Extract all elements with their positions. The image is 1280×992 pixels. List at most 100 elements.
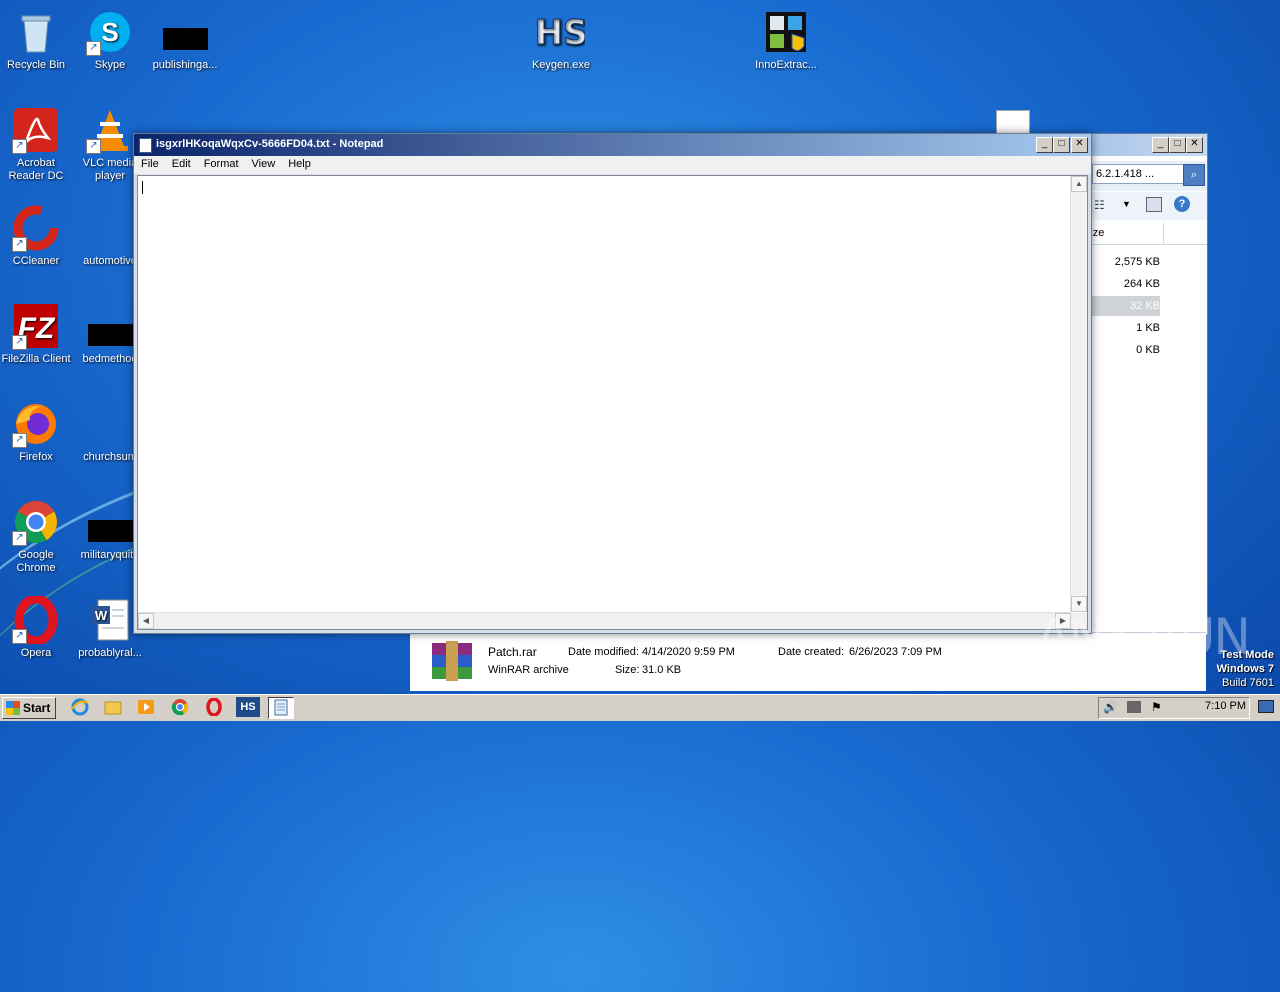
notepad-titlebar[interactable]: isgxrlHKoqaWqxCv-5666FD04.txt - Notepad … [134, 134, 1091, 156]
menu-view[interactable]: View [245, 156, 282, 170]
text-caret [142, 181, 143, 194]
menubar: File Edit Format View Help [134, 156, 1091, 174]
text-editor-area[interactable]: ▲ ▼ ◀ ▶ [137, 175, 1088, 630]
shortcut-arrow-icon: ↗ [12, 433, 27, 448]
word-document-icon: W [86, 596, 134, 644]
volume-icon[interactable]: 🔊 [1103, 700, 1118, 714]
shortcut-arrow-icon: ↗ [12, 237, 27, 252]
svg-text:S: S [101, 17, 118, 47]
details-filename: Patch.rar [488, 645, 537, 659]
menu-edit[interactable]: Edit [165, 156, 197, 170]
explorer-titlebar[interactable]: _ □ ✕ [1090, 134, 1207, 156]
network-icon[interactable] [1127, 701, 1141, 713]
desktop-icon-opera[interactable]: ↗ Opera [0, 594, 74, 660]
search-icon[interactable]: ⌕ [1183, 164, 1205, 186]
chevron-down-icon[interactable]: ▼ [1122, 199, 1131, 209]
close-button[interactable]: ✕ [1071, 137, 1088, 153]
shortcut-arrow-icon: ↗ [12, 139, 27, 154]
ccleaner-icon: ↗ [12, 204, 60, 252]
vertical-scrollbar[interactable]: ▲ ▼ [1070, 176, 1087, 612]
hs-keygen-taskbar-icon[interactable]: HS [236, 697, 260, 717]
acrobat-icon: ↗ [12, 106, 60, 154]
clock[interactable]: 7:10 PM [1205, 700, 1246, 712]
explorer-taskbar-icon[interactable] [101, 697, 125, 717]
chrome-icon: ↗ [12, 498, 60, 546]
menu-help[interactable]: Help [281, 156, 317, 170]
minimize-button[interactable]: _ [1152, 137, 1169, 153]
size-label: Size: [615, 664, 640, 676]
help-icon[interactable]: ? [1174, 196, 1190, 212]
redacted-file-icon [86, 498, 134, 546]
shortcut-arrow-icon: ↗ [12, 629, 27, 644]
desktop-icon-chrome[interactable]: ↗ Google Chrome [0, 498, 74, 575]
media-player-taskbar-icon[interactable] [134, 697, 158, 717]
ie-taskbar-icon[interactable] [68, 697, 92, 717]
desktop-icon-filezilla[interactable]: FZ ↗ FileZilla Client [0, 302, 74, 366]
menu-format[interactable]: Format [197, 156, 245, 170]
shortcut-arrow-icon: ↗ [12, 531, 27, 546]
filezilla-icon: FZ ↗ [12, 302, 60, 350]
window-title: isgxrlHKoqaWqxCv-5666FD04.txt - Notepad [156, 138, 384, 150]
shortcut-arrow-icon: ↗ [86, 139, 101, 154]
details-type: WinRAR archive [488, 664, 569, 676]
firefox-icon: ↗ [12, 400, 60, 448]
scroll-left-icon[interactable]: ◀ [138, 613, 154, 629]
chrome-taskbar-icon[interactable] [168, 697, 192, 717]
address-field[interactable]: 6.2.1.418 ... [1092, 164, 1185, 184]
innoextract-icon [762, 8, 810, 56]
column-header: Size [1090, 223, 1207, 245]
hs-keygen-icon: HS [534, 8, 588, 56]
shortcut-arrow-icon: ↗ [86, 41, 101, 56]
file-size-cell[interactable]: 0 KB [1090, 340, 1160, 360]
test-mode-notice: Test Mode Windows 7 Build 7601 [1216, 649, 1274, 689]
show-desktop-icon[interactable] [1258, 700, 1274, 713]
maximize-button[interactable]: □ [1169, 137, 1186, 153]
desktop-icon-firefox[interactable]: ↗ Firefox [0, 400, 74, 464]
date-created-value: 6/26/2023 7:09 PM [849, 646, 942, 658]
menu-file[interactable]: File [134, 156, 165, 170]
explorer-window[interactable]: _ □ ✕ 6.2.1.418 ... ⌕ ☷ ▼ ? Size 2,575 K… [1089, 133, 1208, 635]
minimize-button[interactable]: _ [1036, 137, 1053, 153]
explorer-toolbar: ☷ ▼ ? [1090, 192, 1207, 220]
recycle-bin-icon [12, 8, 60, 56]
windows-logo-icon [6, 701, 20, 715]
file-size-cell[interactable]: 1 KB [1090, 318, 1160, 338]
file-size-cell-selected[interactable]: 32 KB [1090, 296, 1160, 316]
skype-icon: S ↗ [86, 8, 134, 56]
opera-taskbar-icon[interactable] [202, 697, 226, 717]
svg-text:W: W [95, 608, 108, 623]
redacted-file-icon [161, 8, 209, 56]
horizontal-scrollbar[interactable]: ◀ ▶ [138, 612, 1071, 629]
explorer-addressbar: 6.2.1.418 ... ⌕ [1090, 161, 1207, 191]
notepad-taskbar-button[interactable] [268, 697, 294, 719]
desktop-icon-skype[interactable]: S ↗ Skype [72, 8, 148, 72]
desktop-icon-publishinga[interactable]: publishinga... [147, 8, 223, 72]
desktop-icon-ccleaner[interactable]: ↗ CCleaner [0, 204, 74, 268]
scroll-up-icon[interactable]: ▲ [1071, 176, 1087, 192]
desktop-icon-keygen[interactable]: HS Keygen.exe [523, 8, 599, 72]
start-button[interactable]: Start [2, 697, 56, 719]
desktop-icon-acrobat[interactable]: ↗ Acrobat Reader DC [0, 106, 74, 183]
file-size-cell[interactable]: 264 KB [1090, 274, 1160, 294]
date-modified-label: Date modified: [568, 646, 639, 658]
date-created-label: Date created: [778, 646, 845, 658]
desktop-icon-recycle-bin[interactable]: Recycle Bin [0, 8, 74, 72]
redacted-file-icon [86, 302, 134, 350]
date-modified-value: 4/14/2020 9:59 PM [642, 646, 735, 658]
shortcut-arrow-icon: ↗ [12, 335, 27, 350]
notepad-icon [139, 138, 152, 153]
notepad-window[interactable]: isgxrlHKoqaWqxCv-5666FD04.txt - Notepad … [133, 133, 1092, 634]
opera-icon: ↗ [12, 594, 60, 646]
preview-pane-icon[interactable] [1146, 197, 1162, 212]
file-size-cell[interactable]: 2,575 KB [1090, 252, 1160, 272]
action-center-flag-icon[interactable]: ⚑ [1151, 700, 1162, 714]
svg-text:HS: HS [537, 13, 585, 53]
close-button[interactable]: ✕ [1186, 137, 1203, 153]
taskbar: Start HS 🔊 ⚑ 7:10 PM [0, 694, 1280, 721]
desktop-icon-innoextract[interactable]: InnoExtrac... [748, 8, 824, 72]
maximize-button[interactable]: □ [1053, 137, 1070, 153]
view-options-icon[interactable]: ☷ [1094, 198, 1105, 212]
vlc-icon: ↗ [86, 106, 134, 154]
size-value: 31.0 KB [642, 664, 682, 676]
file-icon [86, 400, 134, 448]
